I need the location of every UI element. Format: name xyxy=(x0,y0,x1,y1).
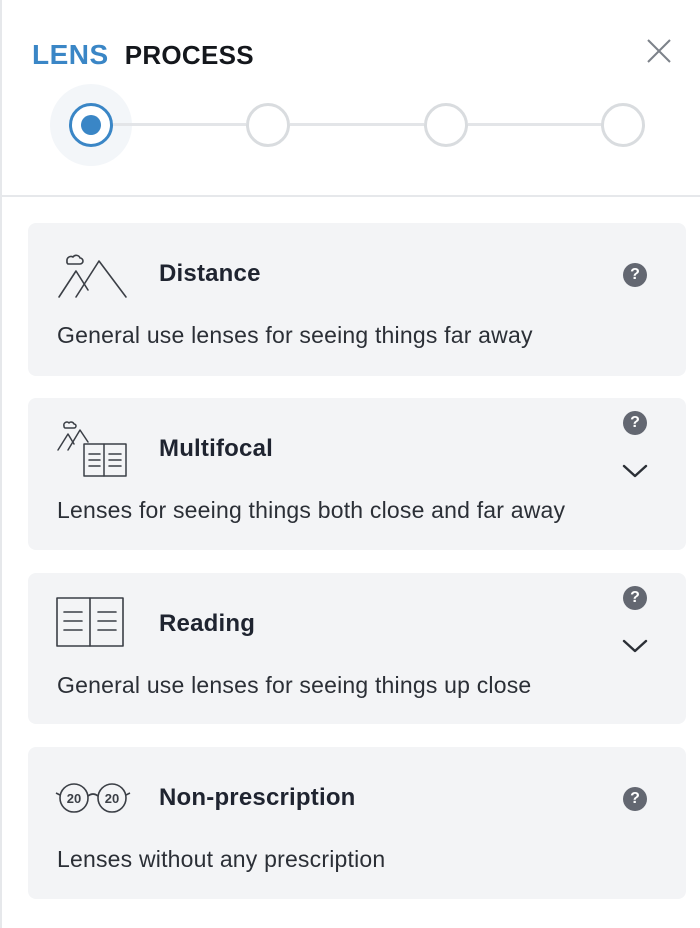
lens-option-multifocal[interactable]: Multifocal ? Lenses for seeing things bo… xyxy=(28,398,686,550)
option-description: Lenses for seeing things both close and … xyxy=(57,497,566,523)
help-icon[interactable]: ? xyxy=(623,411,647,435)
chevron-down-icon xyxy=(622,464,648,478)
option-title: Distance xyxy=(159,260,261,287)
header-divider xyxy=(0,195,700,197)
help-icon[interactable]: ? xyxy=(623,787,647,811)
lens-option-distance[interactable]: Distance ? General use lenses for seeing… xyxy=(28,223,686,376)
title-brand: LENS xyxy=(32,39,109,70)
progress-stepper xyxy=(0,80,700,170)
mountains-icon xyxy=(54,245,128,306)
step-1-active[interactable] xyxy=(69,103,113,147)
option-title: Multifocal xyxy=(159,435,273,462)
glasses-20-20-icon: 20 20 xyxy=(54,781,132,820)
chevron-down-icon xyxy=(622,639,648,653)
lens-option-reading[interactable]: Reading ? General use lenses for seeing … xyxy=(28,573,686,724)
glasses-right-text: 20 xyxy=(105,791,119,806)
panel-title: LENS PROCESS xyxy=(32,38,254,72)
option-description: Lenses without any prescription xyxy=(57,846,386,872)
help-icon[interactable]: ? xyxy=(623,586,647,610)
step-connector xyxy=(112,123,246,126)
open-book-icon xyxy=(54,595,126,654)
step-connector xyxy=(290,123,424,126)
expand-chevron-button[interactable] xyxy=(622,637,648,655)
lens-option-non-prescription[interactable]: 20 20 Non-prescription ? Lenses without … xyxy=(28,747,686,899)
option-description: General use lenses for seeing things up … xyxy=(57,672,532,698)
close-icon xyxy=(647,39,671,63)
mountains-book-icon xyxy=(54,416,130,483)
option-title: Non-prescription xyxy=(159,784,356,811)
step-connector xyxy=(468,123,602,126)
option-description: General use lenses for seeing things far… xyxy=(57,322,533,348)
close-button[interactable] xyxy=(644,36,674,66)
step-2[interactable] xyxy=(246,103,290,147)
glasses-left-text: 20 xyxy=(67,791,81,806)
option-title: Reading xyxy=(159,610,256,637)
step-active-dot xyxy=(81,115,101,135)
help-icon[interactable]: ? xyxy=(623,263,647,287)
step-4[interactable] xyxy=(601,103,645,147)
expand-chevron-button[interactable] xyxy=(622,462,648,480)
title-main: PROCESS xyxy=(124,39,254,70)
step-3[interactable] xyxy=(424,103,468,147)
